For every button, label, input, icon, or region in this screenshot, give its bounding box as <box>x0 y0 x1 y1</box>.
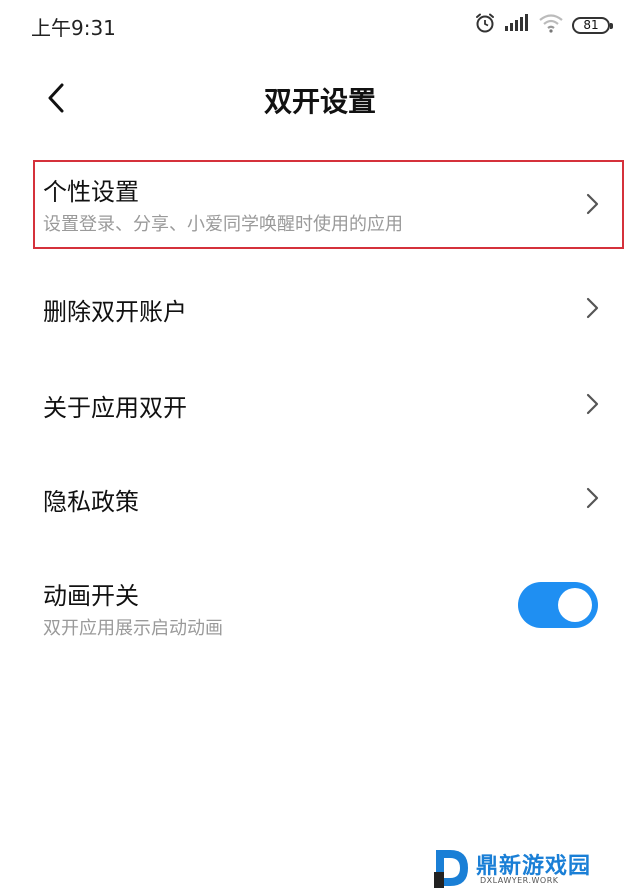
watermark-sub: DXLAWYER.WORK <box>480 876 559 885</box>
status-icons: 81 <box>474 12 613 38</box>
settings-item-personal[interactable]: 个性设置 设置登录、分享、小爱同学唤醒时使用的应用 <box>0 158 640 252</box>
wifi-icon <box>538 13 564 37</box>
watermark: 鼎新游戏园 DXLAWYER.WORK <box>432 846 622 890</box>
settings-item-title: 关于应用双开 <box>43 394 187 422</box>
settings-item-about[interactable]: 关于应用双开 <box>0 348 640 444</box>
settings-item-title: 动画开关 <box>43 582 139 610</box>
watermark-logo <box>434 850 468 888</box>
settings-item-delete-account[interactable]: 删除双开账户 <box>0 252 640 348</box>
signal-icon <box>504 13 530 37</box>
status-time: 上午9:31 <box>31 16 116 40</box>
chevron-right-icon <box>586 193 599 215</box>
alarm-icon <box>474 12 496 38</box>
toggle-knob <box>558 588 592 622</box>
settings-item-title: 删除双开账户 <box>43 298 187 326</box>
settings-item-privacy[interactable]: 隐私政策 <box>0 444 640 540</box>
settings-item-subtitle: 设置登录、分享、小爱同学唤醒时使用的应用 <box>43 214 403 235</box>
settings-item-animation: 动画开关 双开应用展示启动动画 <box>0 540 640 650</box>
status-bar: 上午9:31 81 <box>0 0 640 50</box>
settings-item-subtitle: 双开应用展示启动动画 <box>43 618 223 639</box>
settings-item-title: 个性设置 <box>43 178 139 206</box>
settings-item-title: 隐私政策 <box>43 488 139 516</box>
page-title: 双开设置 <box>263 85 376 118</box>
header: 双开设置 <box>0 68 640 128</box>
battery-icon: 81 <box>572 16 613 34</box>
animation-toggle[interactable] <box>518 582 598 628</box>
chevron-right-icon <box>586 297 599 319</box>
chevron-right-icon <box>586 487 599 509</box>
settings-list: 个性设置 设置登录、分享、小爱同学唤醒时使用的应用 删除双开账户 关于应用双开 … <box>0 158 640 650</box>
chevron-right-icon <box>586 393 599 415</box>
